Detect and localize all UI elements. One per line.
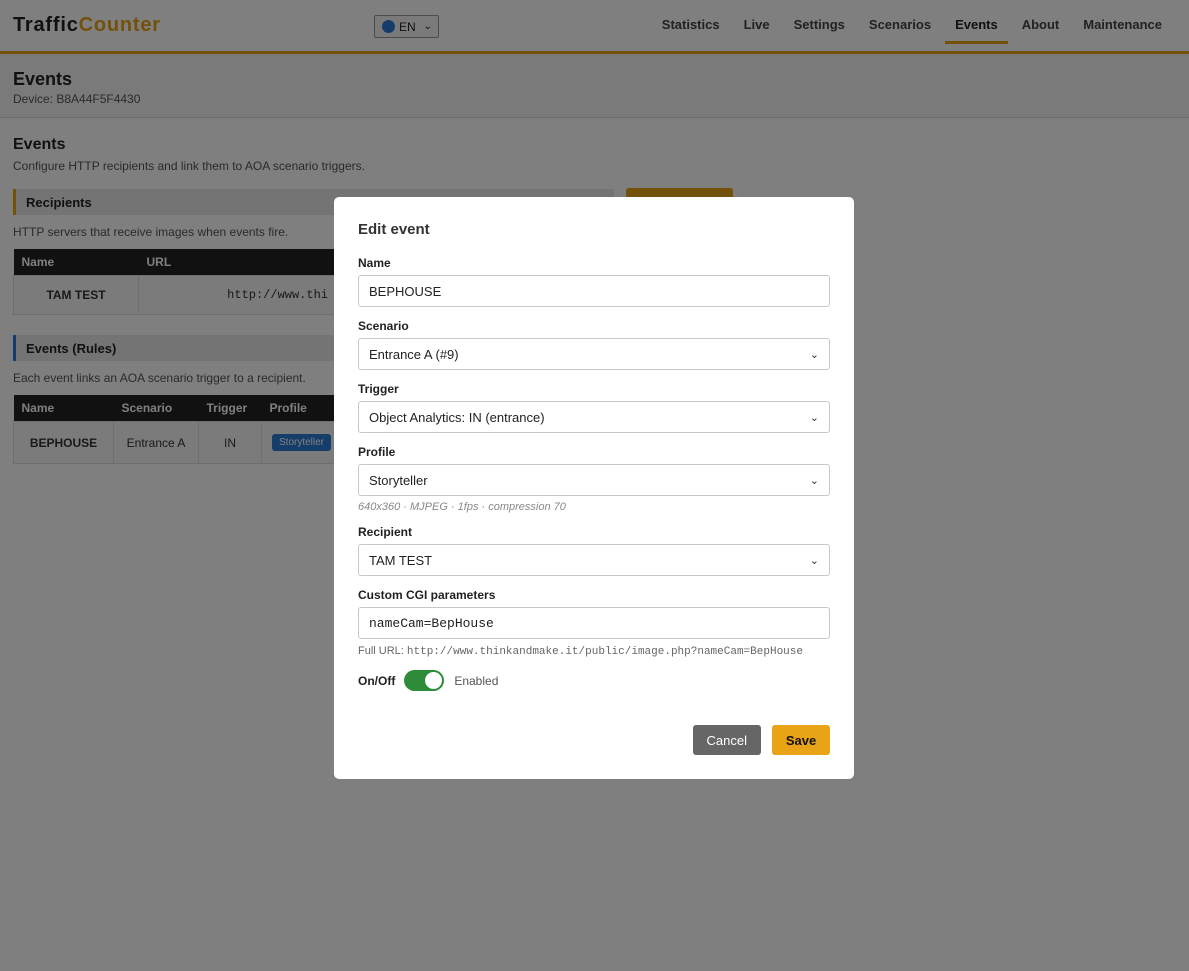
recipient-value: TAM TEST: [369, 552, 433, 568]
chevron-down-icon: ⌄: [809, 348, 819, 361]
toggle-knob: [425, 672, 443, 689]
name-value: BEPHOUSE: [369, 283, 442, 299]
dialog-title: Edit event: [358, 221, 430, 238]
dialog-actions: Cancel Save: [692, 725, 830, 755]
cancel-button[interactable]: Cancel: [692, 725, 761, 755]
onoff-label: On/Off: [358, 673, 396, 688]
name-label: Name: [358, 256, 391, 270]
trigger-value: Object Analytics: IN (entrance): [369, 409, 545, 425]
profile-value: Storyteller: [369, 472, 428, 488]
profile-label: Profile: [358, 445, 396, 459]
chevron-down-icon: ⌄: [809, 411, 819, 424]
enabled-toggle[interactable]: [404, 670, 445, 691]
recipient-label: Recipient: [358, 525, 413, 539]
trigger-label: Trigger: [358, 382, 399, 396]
save-button[interactable]: Save: [772, 725, 830, 755]
name-field[interactable]: BEPHOUSE: [358, 275, 830, 307]
cgi-field[interactable]: nameCam=BepHouse: [358, 607, 830, 639]
full-url: Full URL: http://www.thinkandmake.it/pub…: [358, 645, 830, 658]
profile-hint: 640x360 · MJPEG · 1fps · compression 70: [358, 501, 566, 513]
cgi-label: Custom CGI parameters: [358, 588, 496, 602]
full-url-label: Full URL:: [358, 645, 404, 657]
cgi-value: nameCam=BepHouse: [369, 615, 494, 631]
full-url-value: http://www.thinkandmake.it/public/image.…: [406, 646, 803, 658]
scenario-label: Scenario: [358, 319, 409, 333]
chevron-down-icon: ⌄: [809, 474, 819, 487]
edit-event-dialog: Edit event Name BEPHOUSE Scenario Entran…: [334, 197, 854, 779]
onoff-row: On/Off Enabled: [358, 670, 830, 691]
recipient-select[interactable]: TAM TEST ⌄: [358, 544, 830, 576]
chevron-down-icon: ⌄: [809, 554, 819, 567]
scenario-select[interactable]: Entrance A (#9) ⌄: [358, 338, 830, 370]
onoff-state: Enabled: [454, 673, 499, 688]
scenario-value: Entrance A (#9): [369, 346, 459, 362]
trigger-select[interactable]: Object Analytics: IN (entrance) ⌄: [358, 401, 830, 433]
profile-select[interactable]: Storyteller ⌄: [358, 464, 830, 496]
